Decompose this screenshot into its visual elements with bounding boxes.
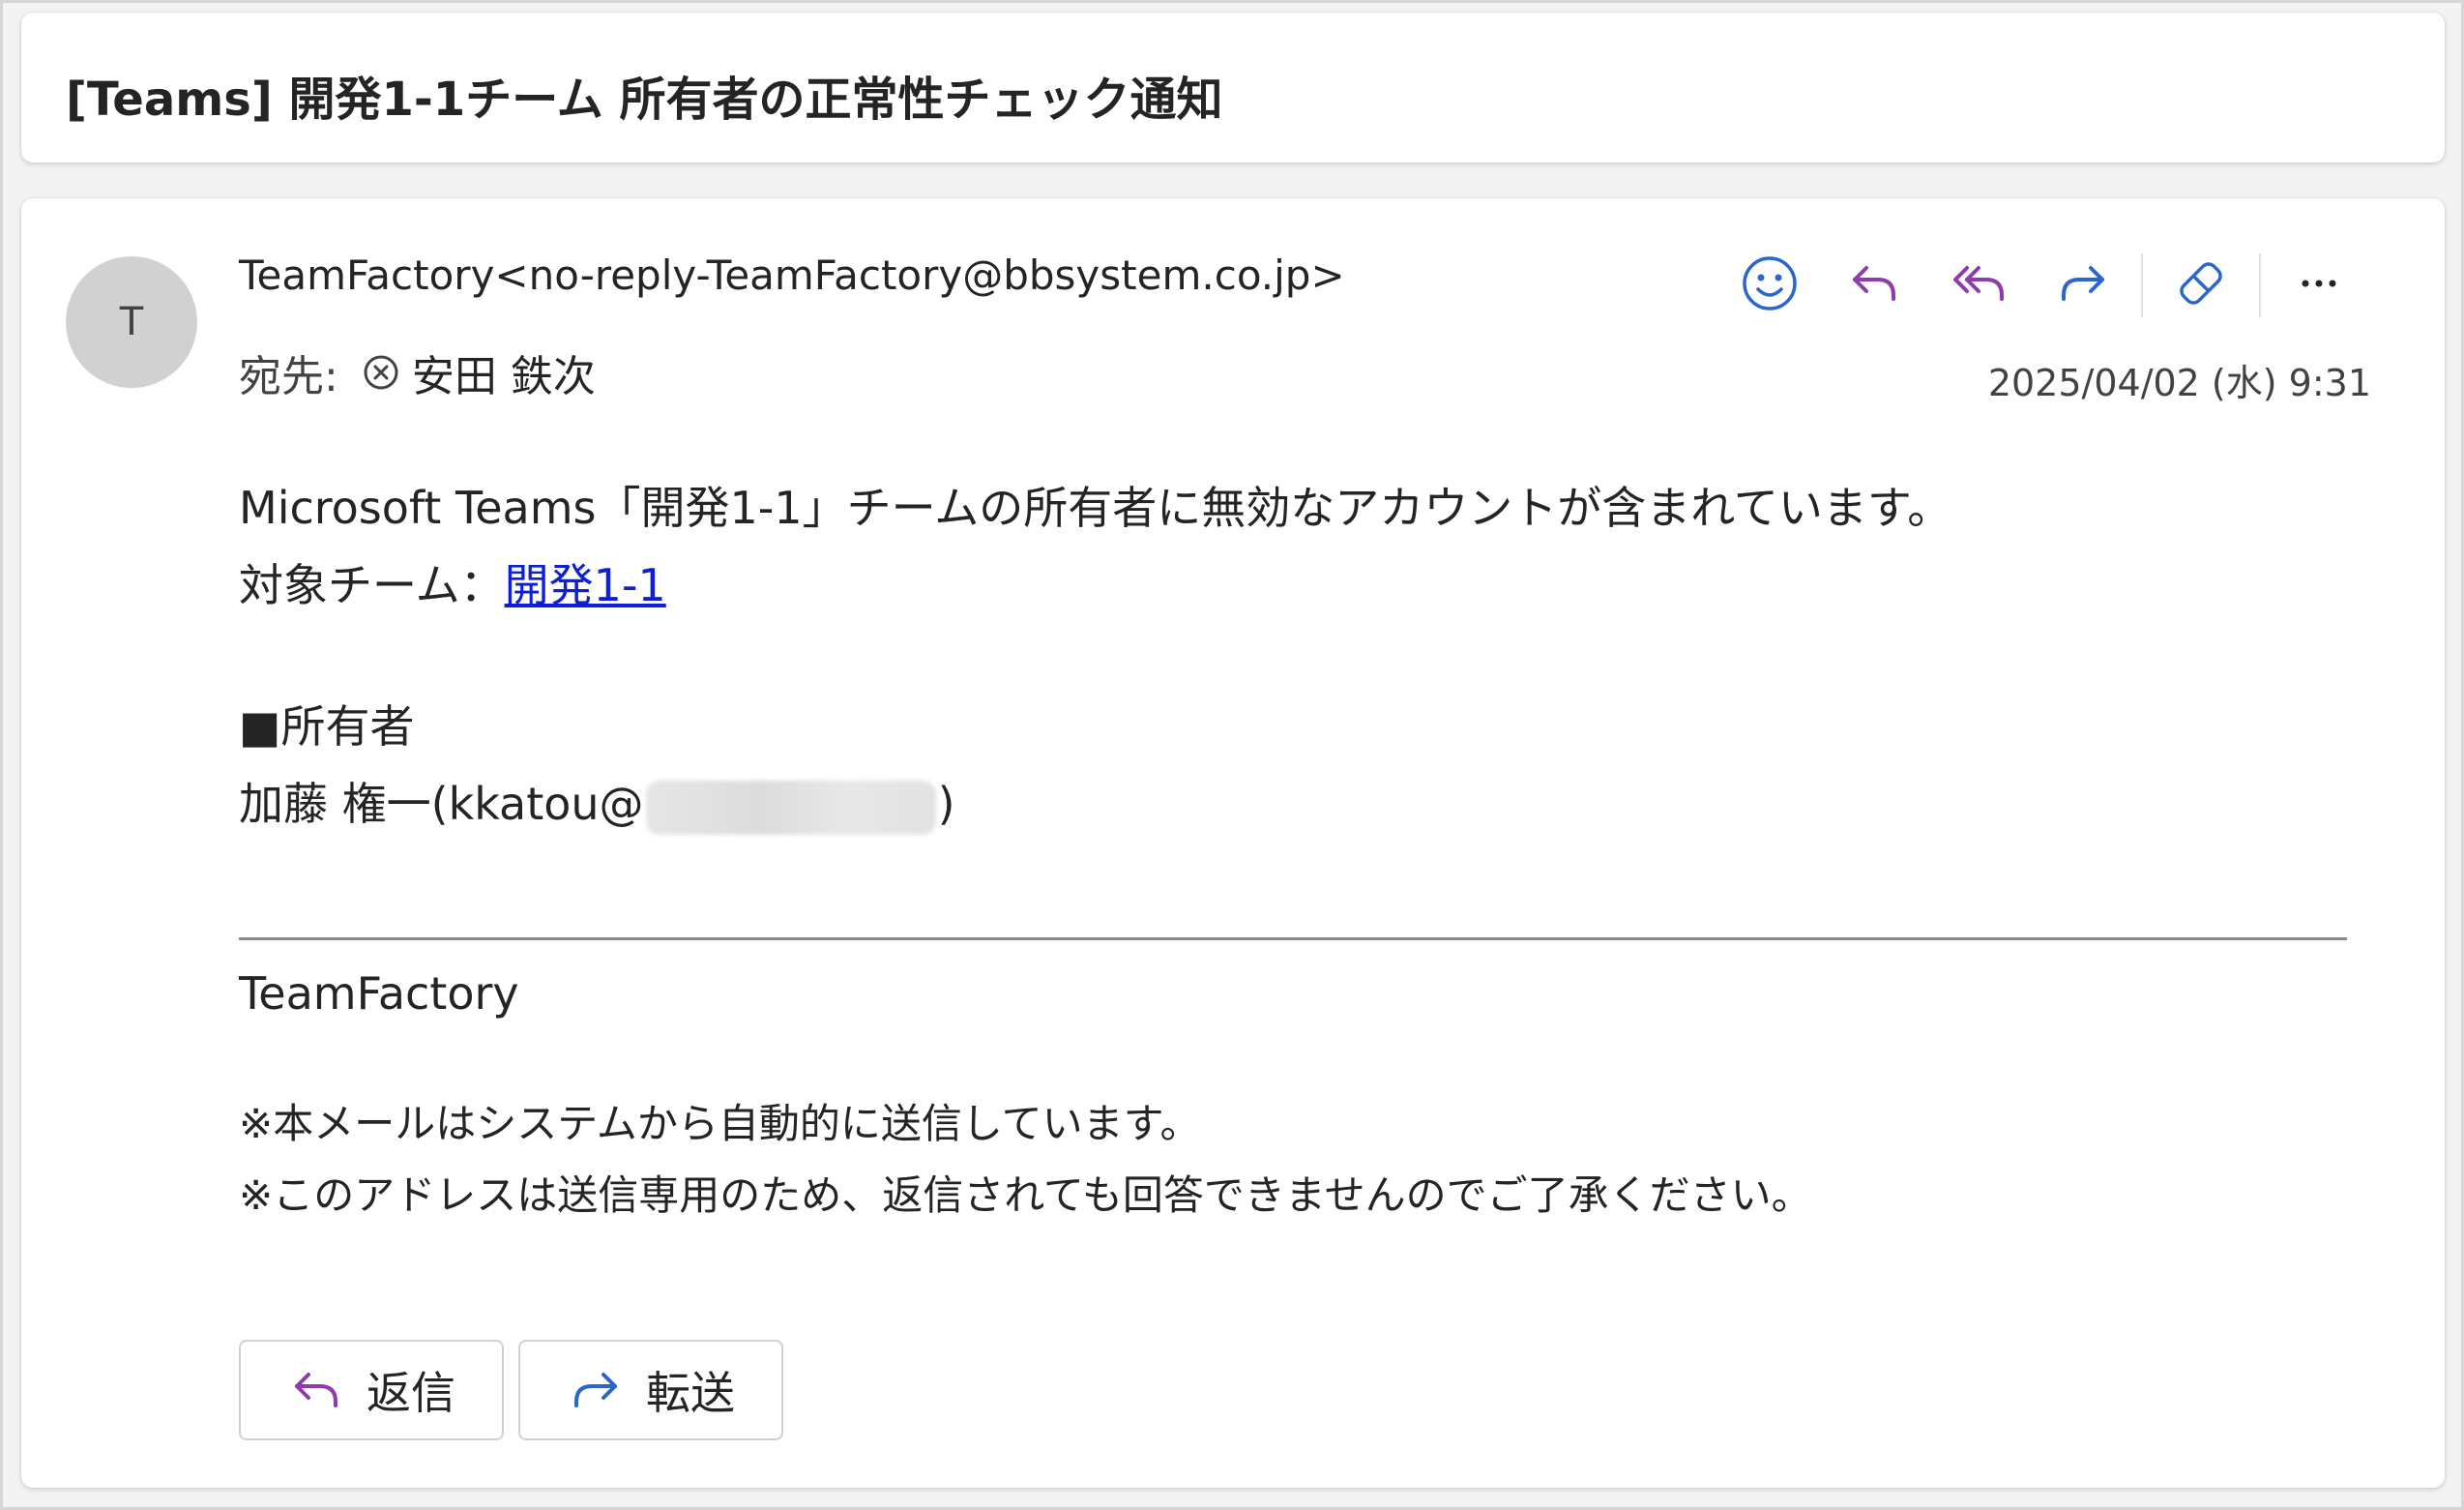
signature-note-2: ※このアドレスは送信専用のため、返信されても回答できませんのでご了承ください。 — [239, 1171, 1812, 1219]
reply-button-label: 返信 — [367, 1367, 455, 1419]
owner-prefix: 加藤 権一(kkatou@ — [239, 778, 644, 830]
body-target-line: 対象チーム：開発1-1 — [239, 547, 2366, 624]
subject-card: [Teams] 開発1-1チーム 所有者の正常性チェック通知 — [21, 13, 2445, 163]
forward-icon — [567, 1361, 625, 1419]
avatar-initial: T — [119, 300, 144, 344]
toolbar-separator — [2141, 253, 2143, 317]
signature-notes: ※本メールはシステムから自動的に送信しています。 ※このアドレスは送信専用のため… — [239, 1088, 1812, 1231]
owner-heading: ■所有者 — [239, 700, 415, 753]
message-card: T TeamFactory<no-reply-TeamFactory@bbsys… — [21, 198, 2445, 1488]
received-date: 2025/04/02 (水) 9:31 — [1987, 362, 2371, 404]
message-toolbar — [1717, 247, 2371, 324]
owner-suffix: ) — [937, 778, 955, 830]
eraser-icon — [2172, 254, 2230, 316]
reply-toolbar-button[interactable] — [1822, 247, 1926, 324]
forward-icon — [2054, 254, 2112, 316]
signature-name: TeamFactory — [239, 967, 519, 1020]
more-icon — [2290, 254, 2348, 316]
signature-note-1: ※本メールはシステムから自動的に送信しています。 — [239, 1100, 1201, 1147]
recipient-line: 宛先: 安田 鉄次 — [239, 341, 596, 403]
owner-line: 加藤 権一(kkatou@) — [239, 765, 2366, 843]
to-label: 宛先: — [239, 352, 338, 401]
signature-divider — [239, 937, 2347, 940]
sender-address[interactable]: TeamFactory<no-reply-TeamFactory@bbsyste… — [239, 252, 1345, 299]
forward-button[interactable]: 転送 — [518, 1340, 783, 1440]
target-team-link[interactable]: 開発1-1 — [505, 559, 666, 611]
reply-icon — [287, 1361, 345, 1419]
recipient-status-icon — [362, 353, 400, 392]
message-body: Microsoft Teams「開発1-1」チームの所有者に無効なアカウントが含… — [239, 469, 2366, 843]
sender-avatar[interactable]: T — [66, 256, 197, 388]
target-label: 対象チーム： — [239, 559, 505, 611]
redacted-domain — [645, 780, 936, 835]
reply-icon — [1845, 254, 1903, 316]
reply-button[interactable]: 返信 — [239, 1340, 504, 1440]
forward-button-label: 転送 — [646, 1367, 735, 1419]
email-subject: [Teams] 開発1-1チーム 所有者の正常性チェック通知 — [66, 73, 1223, 127]
eraser-toolbar-button[interactable] — [2149, 247, 2253, 324]
reply-all-icon — [1948, 254, 2009, 316]
forward-toolbar-button[interactable] — [2031, 247, 2135, 324]
more-actions-button[interactable] — [2267, 247, 2371, 324]
emoji-button[interactable] — [1717, 247, 1822, 324]
body-line-1: Microsoft Teams「開発1-1」チームの所有者に無効なアカウントが含… — [239, 482, 1952, 534]
toolbar-separator-2 — [2259, 253, 2261, 317]
emoji-icon — [1741, 254, 1799, 316]
reply-all-toolbar-button[interactable] — [1926, 247, 2031, 324]
recipient-name[interactable]: 安田 鉄次 — [412, 341, 596, 403]
